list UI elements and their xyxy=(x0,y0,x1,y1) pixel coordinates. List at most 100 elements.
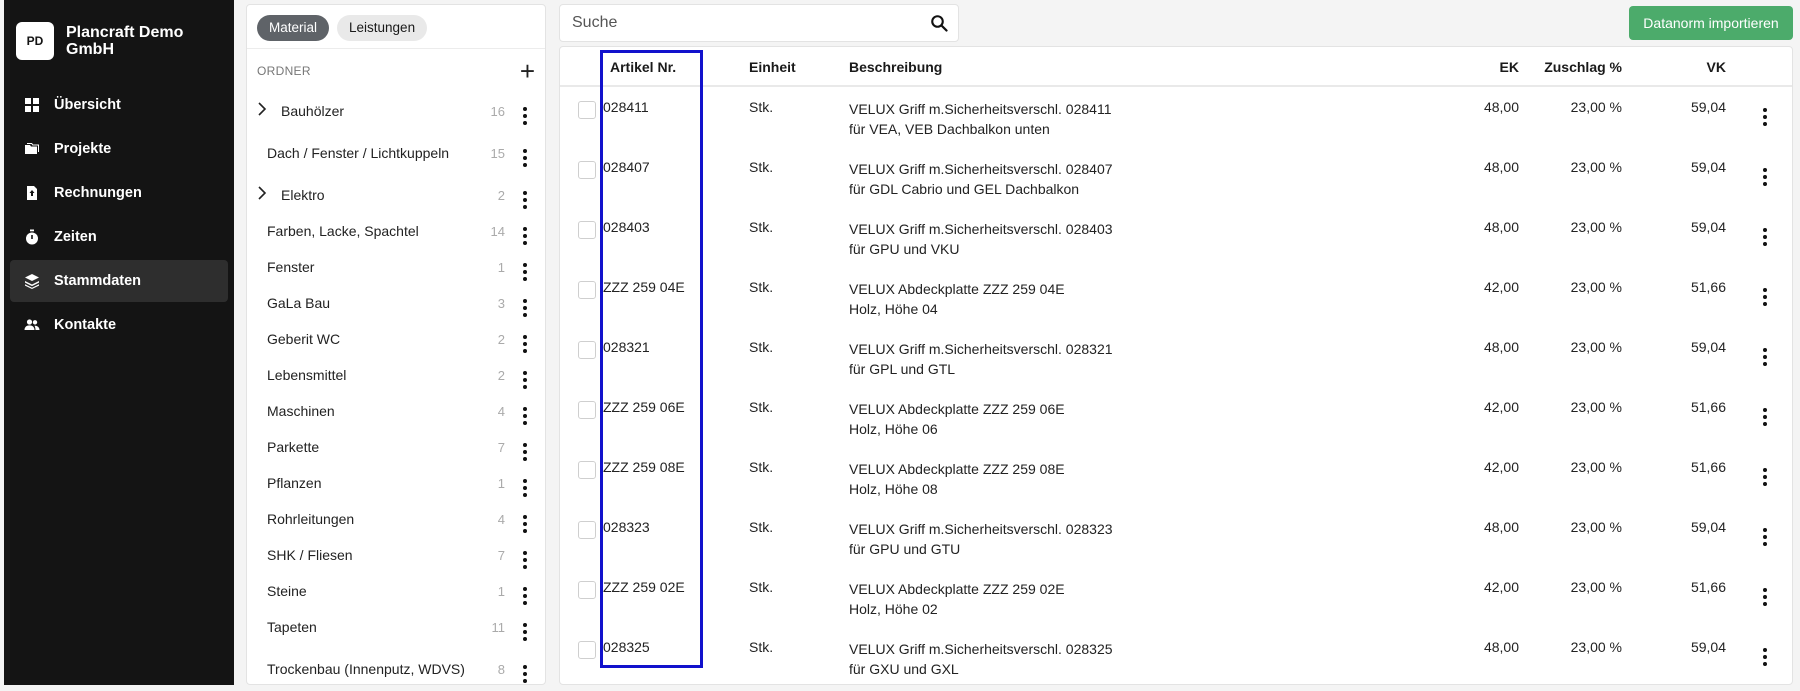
cell-vk: 59,04 xyxy=(1690,159,1726,175)
row-checkbox[interactable] xyxy=(578,461,596,479)
more-vertical-icon[interactable] xyxy=(513,326,537,353)
table-row[interactable]: ZZZ 259 02E Stk. VELUX Abdeckplatte ZZZ 25… xyxy=(560,567,1792,627)
cell-vk: 59,04 xyxy=(1690,219,1726,235)
cell-einheit: Stk. xyxy=(749,219,774,235)
more-vertical-icon[interactable] xyxy=(513,182,537,209)
more-vertical-icon[interactable] xyxy=(513,398,537,425)
row-checkbox[interactable] xyxy=(578,101,596,119)
nav-item-übersicht[interactable]: Übersicht xyxy=(10,84,228,126)
more-vertical-icon[interactable] xyxy=(513,254,537,281)
folder-item[interactable]: Bauhölzer 16 xyxy=(247,93,545,129)
header-artikel[interactable]: Artikel Nr. xyxy=(610,59,676,75)
more-vertical-icon[interactable] xyxy=(513,140,537,167)
folder-item[interactable]: GaLa Bau 3 xyxy=(247,285,545,321)
table-row[interactable]: 028411 Stk. VELUX Griff m.Sicherheitsversc… xyxy=(560,87,1792,147)
table-row[interactable]: 028325 Stk. VELUX Griff m.Sicherheitsversc… xyxy=(560,627,1792,684)
table-row[interactable]: ZZZ 259 08E Stk. VELUX Abdeckplatte ZZZ 25… xyxy=(560,447,1792,507)
nav-item-zeiten[interactable]: Zeiten xyxy=(10,216,228,258)
desc-line-2: für GPL und GTL xyxy=(849,361,956,377)
folder-item[interactable]: Maschinen 4 xyxy=(247,393,545,429)
row-checkbox[interactable] xyxy=(578,521,596,539)
header-zuschlag[interactable]: Zuschlag % xyxy=(1532,59,1622,75)
cell-einheit: Stk. xyxy=(749,459,774,475)
header-einheit[interactable]: Einheit xyxy=(749,59,796,75)
more-vertical-icon[interactable] xyxy=(513,470,537,497)
row-checkbox[interactable] xyxy=(578,161,596,179)
nav-item-stammdaten[interactable]: Stammdaten xyxy=(10,260,228,302)
row-checkbox[interactable] xyxy=(578,281,596,299)
folder-item[interactable]: Lebensmittel 2 xyxy=(247,357,545,393)
folder-count: 8 xyxy=(497,661,505,677)
table-row[interactable]: ZZZ 259 04E Stk. VELUX Abdeckplatte ZZZ 25… xyxy=(560,267,1792,327)
tab-material[interactable]: Material xyxy=(257,15,330,41)
row-checkbox[interactable] xyxy=(578,221,596,239)
cell-zuschlag: 23,00 % xyxy=(1570,99,1622,115)
org-header[interactable]: PD Plancraft Demo GmbH xyxy=(4,0,234,66)
tab-leistungen[interactable]: Leistungen xyxy=(337,15,428,41)
nav-item-rechnungen[interactable]: Rechnungen xyxy=(10,172,228,214)
folder-item[interactable]: Steine 1 xyxy=(247,573,545,609)
folder-item[interactable]: Geberit WC 2 xyxy=(247,321,545,357)
cell-vk: 51,66 xyxy=(1690,459,1726,475)
desc-line-2: für GXU und GXL xyxy=(849,661,959,677)
more-vertical-icon[interactable] xyxy=(1763,99,1767,126)
nav-item-projekte[interactable]: Projekte xyxy=(10,128,228,170)
cell-einheit: Stk. xyxy=(749,99,774,115)
chevron-right-icon[interactable] xyxy=(257,101,281,121)
search-icon[interactable] xyxy=(920,14,958,32)
folder-item[interactable]: Trockenbau (Innenputz, WDVS) 8 xyxy=(247,645,545,684)
folder-item[interactable]: Elektro 2 xyxy=(247,177,545,213)
folder-item[interactable]: Pflanzen 1 xyxy=(247,465,545,501)
cell-einheit: Stk. xyxy=(749,639,774,655)
more-vertical-icon[interactable] xyxy=(513,98,537,125)
more-vertical-icon[interactable] xyxy=(1763,339,1767,366)
table-row[interactable]: ZZZ 259 06E Stk. VELUX Abdeckplatte ZZZ 25… xyxy=(560,387,1792,447)
folder-item[interactable]: Tapeten 11 xyxy=(247,609,545,645)
more-vertical-icon[interactable] xyxy=(1763,219,1767,246)
more-vertical-icon[interactable] xyxy=(1763,639,1767,666)
folder-item[interactable]: Farben, Lacke, Spachtel 14 xyxy=(247,213,545,249)
folder-item[interactable]: Parkette 7 xyxy=(247,429,545,465)
more-vertical-icon[interactable] xyxy=(513,614,537,641)
table-row[interactable]: 028323 Stk. VELUX Griff m.Sicherheitsversc… xyxy=(560,507,1792,567)
more-vertical-icon[interactable] xyxy=(1763,159,1767,186)
more-vertical-icon[interactable] xyxy=(513,542,537,569)
folder-item[interactable]: SHK / Fliesen 7 xyxy=(247,537,545,573)
datanorm-import-button[interactable]: Datanorm importieren xyxy=(1629,6,1793,40)
search-input[interactable] xyxy=(560,14,920,32)
more-vertical-icon[interactable] xyxy=(513,434,537,461)
header-ek[interactable]: EK xyxy=(1460,59,1519,75)
table-row[interactable]: 028403 Stk. VELUX Griff m.Sicherheitsversc… xyxy=(560,207,1792,267)
cell-artikel: ZZZ 259 02E xyxy=(603,579,685,595)
folder-item[interactable]: Dach / Fenster / Lichtkuppeln 15 xyxy=(247,129,545,177)
chevron-right-icon[interactable] xyxy=(257,185,281,205)
add-folder-icon[interactable]: + xyxy=(520,58,535,84)
more-vertical-icon[interactable] xyxy=(1763,279,1767,306)
more-vertical-icon[interactable] xyxy=(1763,579,1767,606)
row-checkbox[interactable] xyxy=(578,341,596,359)
row-checkbox[interactable] xyxy=(578,581,596,599)
row-checkbox[interactable] xyxy=(578,401,596,419)
more-vertical-icon[interactable] xyxy=(513,578,537,605)
row-checkbox[interactable] xyxy=(578,641,596,659)
nav-item-kontakte[interactable]: Kontakte xyxy=(10,304,228,346)
table-row[interactable]: 028321 Stk. VELUX Griff m.Sicherheitsversc… xyxy=(560,327,1792,387)
desc-line-1: VELUX Griff m.Sicherheitsverschl. 028411 xyxy=(849,101,1112,117)
more-vertical-icon[interactable] xyxy=(513,506,537,533)
cell-vk: 51,66 xyxy=(1690,279,1726,295)
more-vertical-icon[interactable] xyxy=(513,218,537,245)
more-vertical-icon[interactable] xyxy=(1763,519,1767,546)
folder-item[interactable]: Rohrleitungen 4 xyxy=(247,501,545,537)
more-vertical-icon[interactable] xyxy=(513,362,537,389)
more-vertical-icon[interactable] xyxy=(1763,459,1767,486)
cell-beschreibung: VELUX Griff m.Sicherheitsverschl. 028323… xyxy=(849,519,1113,559)
folder-item[interactable]: Fenster 1 xyxy=(247,249,545,285)
cell-vk: 59,04 xyxy=(1690,519,1726,535)
more-vertical-icon[interactable] xyxy=(513,656,537,683)
more-vertical-icon[interactable] xyxy=(513,290,537,317)
cell-vk: 59,04 xyxy=(1690,339,1726,355)
header-beschreibung[interactable]: Beschreibung xyxy=(849,59,942,75)
table-row[interactable]: 028407 Stk. VELUX Griff m.Sicherheitsversc… xyxy=(560,147,1792,207)
header-vk[interactable]: VK xyxy=(1660,59,1726,75)
more-vertical-icon[interactable] xyxy=(1763,399,1767,426)
